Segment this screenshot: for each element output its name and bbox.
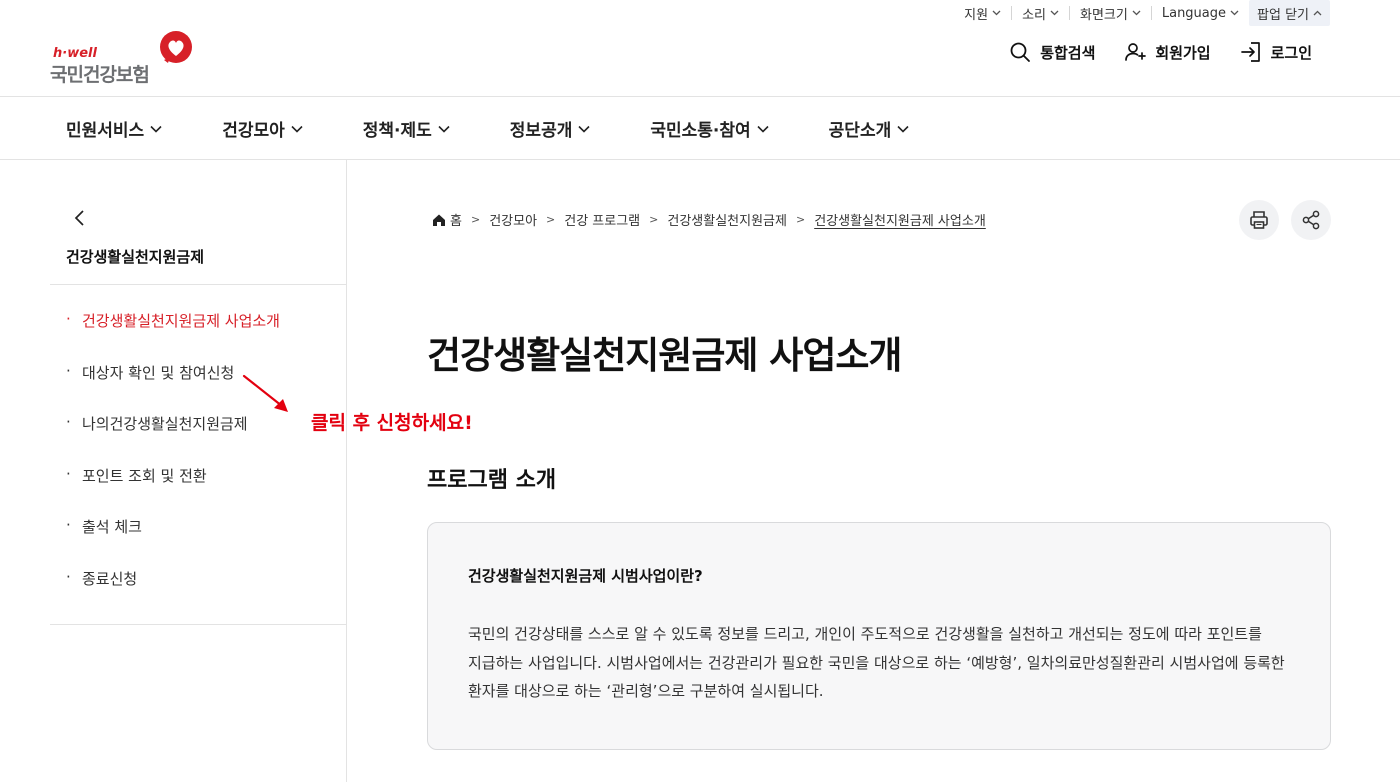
section-title: 프로그램 소개 bbox=[427, 468, 557, 493]
gnb-item-policy[interactable]: 정책·제도 bbox=[347, 97, 466, 159]
info-box-body: 국민의 건강상태를 스스로 알 수 있도록 정보를 드리고, 개인이 주도적으로… bbox=[468, 625, 1285, 700]
sidebar-item-label: 건강생활실천지원금제 사업소개 bbox=[82, 312, 280, 330]
util-sound[interactable]: 소리 bbox=[1012, 0, 1069, 26]
util-support[interactable]: 지원 bbox=[954, 0, 1011, 26]
gnb-label: 건강모아 bbox=[222, 120, 285, 141]
program-info-box: 건강생활실천지원금제 시범사업이란? 국민의 건강상태를 스스로 알 수 있도록… bbox=[427, 522, 1331, 750]
util-screen-size[interactable]: 화면크기 bbox=[1070, 0, 1151, 26]
gnb-label: 정책·제도 bbox=[362, 120, 432, 141]
chevron-right-icon: > bbox=[649, 213, 659, 226]
annotation-text: 클릭 후 신청하세요! bbox=[311, 412, 473, 434]
gnb-item-health-moa[interactable]: 건강모아 bbox=[206, 97, 319, 159]
site-logo[interactable]: h·well 국민건강보험 bbox=[50, 30, 195, 86]
popup-close-button[interactable]: 팝업 닫기 bbox=[1249, 0, 1330, 26]
popup-close-label: 팝업 닫기 bbox=[1257, 7, 1309, 23]
breadcrumb-current[interactable]: 건강생활실천지원금제 사업소개 bbox=[814, 210, 986, 229]
main-navigation: 민원서비스 건강모아 정책·제도 정보공개 국민소통·참여 공단소개 bbox=[50, 97, 953, 159]
search-label: 통합검색 bbox=[1040, 43, 1096, 62]
annotation-arrow-icon bbox=[242, 374, 288, 412]
bullet: · bbox=[66, 464, 71, 483]
breadcrumb: 홈 > 건강모아 > 건강 프로그램 > 건강생활실천지원금제 > 건강생활실천… bbox=[432, 210, 986, 229]
chevron-down-icon bbox=[1230, 8, 1239, 19]
share-icon bbox=[1302, 210, 1320, 230]
sidebar-item-points[interactable]: · 포인트 조회 및 전환 bbox=[66, 465, 280, 517]
bullet: · bbox=[66, 361, 71, 380]
gnb-item-about[interactable]: 공단소개 bbox=[813, 97, 926, 159]
util-support-label: 지원 bbox=[964, 7, 989, 23]
sidebar-item-label: 포인트 조회 및 전환 bbox=[82, 466, 207, 485]
util-screen-size-label: 화면크기 bbox=[1080, 7, 1128, 23]
signup-label: 회원가입 bbox=[1155, 43, 1211, 62]
gnb-label: 국민소통·참여 bbox=[650, 120, 751, 141]
sidebar-item-program-intro[interactable]: · 건강생활실천지원금제 사업소개 bbox=[66, 310, 280, 362]
bullet: · bbox=[66, 516, 71, 534]
gnb-label: 민원서비스 bbox=[66, 120, 145, 141]
sidebar-item-label: 대상자 확인 및 참여신청 bbox=[82, 363, 235, 382]
home-icon bbox=[433, 214, 445, 226]
sidebar-item-label: 종료신청 bbox=[82, 569, 138, 588]
gnb-label: 공단소개 bbox=[828, 120, 892, 141]
sidebar-title: 건강생활실천지원금제 bbox=[66, 248, 205, 266]
bullet: · bbox=[66, 413, 71, 431]
heart-logo-icon bbox=[160, 31, 192, 63]
chevron-down-icon bbox=[438, 118, 450, 138]
print-button[interactable] bbox=[1239, 200, 1279, 240]
logo-main-text: 국민건강보험 bbox=[50, 64, 150, 86]
chevron-down-icon bbox=[291, 118, 303, 138]
breadcrumb-item[interactable]: 건강모아 bbox=[489, 210, 537, 229]
chevron-down-icon bbox=[1132, 8, 1141, 19]
sidebar-menu: · 건강생활실천지원금제 사업소개 · 대상자 확인 및 참여신청 · 나의건강… bbox=[66, 310, 280, 619]
search-icon bbox=[1010, 42, 1031, 62]
chevron-down-icon bbox=[150, 118, 162, 138]
breadcrumb-home[interactable]: 홈 bbox=[450, 210, 462, 229]
breadcrumb-item[interactable]: 건강생활실천지원금제 bbox=[667, 210, 787, 229]
breadcrumb-item[interactable]: 건강 프로그램 bbox=[564, 210, 640, 229]
chevron-down-icon bbox=[1050, 8, 1059, 19]
share-button[interactable] bbox=[1291, 200, 1331, 240]
chevron-right-icon: > bbox=[470, 213, 481, 226]
util-language[interactable]: Language bbox=[1152, 0, 1249, 26]
sidebar-item-termination[interactable]: · 종료신청 bbox=[66, 568, 280, 620]
logo-hwell-text: h·well bbox=[53, 46, 97, 61]
login-label: 로그인 bbox=[1270, 43, 1312, 62]
sidebar-item-my-program[interactable]: · 나의건강생활실천지원금제 bbox=[66, 413, 280, 465]
sidebar-item-label: 출석 체크 bbox=[82, 518, 142, 536]
chevron-up-icon bbox=[1313, 8, 1322, 19]
print-icon bbox=[1250, 211, 1268, 229]
chevron-down-icon bbox=[757, 118, 769, 138]
chevron-right-icon: > bbox=[795, 213, 806, 226]
chevron-left-icon bbox=[74, 210, 84, 226]
sidebar-divider bbox=[50, 624, 346, 625]
sidebar-item-attendance[interactable]: · 출석 체크 bbox=[66, 516, 280, 568]
util-language-label: Language bbox=[1161, 5, 1227, 21]
chevron-down-icon bbox=[992, 8, 1001, 19]
bullet: · bbox=[66, 310, 71, 328]
search-button[interactable]: 통합검색 bbox=[1008, 40, 1095, 64]
user-plus-icon bbox=[1125, 43, 1147, 61]
sidebar-vertical-divider bbox=[346, 160, 347, 782]
chevron-down-icon bbox=[578, 118, 590, 138]
chevron-right-icon: > bbox=[546, 213, 556, 226]
gnb-item-participation[interactable]: 국민소통·참여 bbox=[634, 97, 784, 159]
bullet: · bbox=[66, 567, 71, 586]
util-sound-label: 소리 bbox=[1022, 7, 1047, 23]
gnb-item-civil-service[interactable]: 민원서비스 bbox=[50, 97, 178, 159]
gnb-label: 정보공개 bbox=[509, 120, 573, 141]
info-box-title: 건강생활실천지원금제 시범사업이란? bbox=[468, 567, 703, 585]
page-title: 건강생활실천지원금제 사업소개 bbox=[427, 334, 902, 377]
header-actions: 통합검색 회원가입 로그인 bbox=[1008, 40, 1312, 64]
back-button[interactable] bbox=[70, 208, 90, 228]
chevron-down-icon bbox=[897, 118, 909, 138]
sidebar: 건강생활실천지원금제 · 건강생활실천지원금제 사업소개 · 대상자 확인 및 … bbox=[50, 160, 347, 782]
gnb-item-info-disclosure[interactable]: 정보공개 bbox=[494, 97, 607, 159]
sidebar-item-label: 나의건강생활실천지원금제 bbox=[82, 415, 248, 433]
signup-button[interactable]: 회원가입 bbox=[1123, 40, 1211, 64]
login-icon bbox=[1240, 42, 1260, 62]
utility-bar: 지원 소리 화면크기 Language 팝업 닫기 bbox=[954, 0, 1330, 26]
login-button[interactable]: 로그인 bbox=[1239, 40, 1312, 64]
sidebar-divider bbox=[50, 284, 346, 285]
